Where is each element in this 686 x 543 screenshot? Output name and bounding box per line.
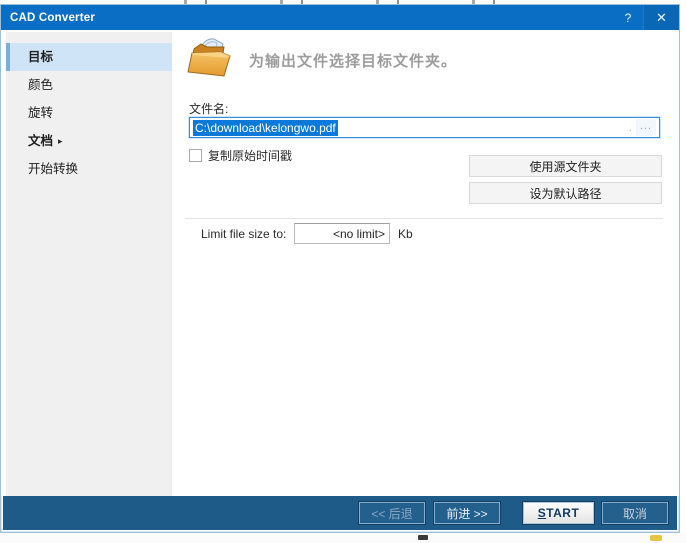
path-dropdown-button[interactable]: .	[625, 122, 636, 134]
titlebar-controls: ? ✕	[613, 5, 679, 30]
section-divider	[185, 218, 663, 219]
back-button[interactable]: << 后退	[359, 502, 425, 524]
copy-timestamp-checkbox[interactable]: 复制原始时间戳	[189, 147, 292, 164]
footer-bar: << 后退 前进 >> START 取消	[3, 496, 677, 530]
sidebar-item-label: 文档	[28, 134, 54, 148]
close-button[interactable]: ✕	[643, 5, 679, 30]
filename-value-selected: C:\download\kelongwo.pdf	[193, 119, 338, 136]
background-artifact	[650, 535, 662, 541]
limit-unit-label: Kb	[398, 227, 413, 241]
desktop-background: CAD Converter ? ✕ 目标 颜色 旋转 文档 ▸ 开始转换 为输出…	[0, 0, 686, 543]
cad-converter-dialog: CAD Converter ? ✕ 目标 颜色 旋转 文档 ▸ 开始转换 为输出…	[0, 4, 680, 533]
limit-size-input[interactable]	[294, 223, 390, 244]
title-bar[interactable]: CAD Converter ? ✕	[1, 5, 679, 30]
help-icon: ?	[624, 10, 632, 25]
sidebar-item-color[interactable]: 颜色	[6, 71, 172, 99]
filename-input[interactable]: C:\download\kelongwo.pdf . ...	[189, 117, 660, 138]
limit-size-label: Limit file size to:	[201, 227, 287, 241]
browse-button[interactable]: ...	[635, 119, 656, 136]
set-default-path-button[interactable]: 设为默认路径	[469, 182, 662, 204]
close-icon: ✕	[656, 9, 667, 25]
checkbox-box-icon[interactable]	[189, 149, 202, 162]
sidebar-item-document[interactable]: 文档 ▸	[6, 127, 172, 155]
background-fragment-bottom	[0, 533, 686, 543]
sidebar-item-start-conversion[interactable]: 开始转换	[6, 155, 172, 183]
start-button[interactable]: START	[523, 502, 594, 524]
page-title: 为输出文件选择目标文件夹。	[249, 52, 458, 70]
help-button[interactable]: ?	[613, 5, 643, 30]
sidebar-item-target[interactable]: 目标	[6, 43, 172, 71]
forward-button[interactable]: 前进 >>	[434, 502, 500, 524]
sidebar-item-rotation[interactable]: 旋转	[6, 99, 172, 127]
window-title: CAD Converter	[10, 11, 96, 24]
dialog-body: 目标 颜色 旋转 文档 ▸ 开始转换 为输出文件选择目标文件夹。 文件名: C:…	[1, 30, 679, 496]
open-folder-icon	[187, 38, 231, 77]
submenu-arrow-icon: ▸	[58, 136, 63, 146]
main-panel: 为输出文件选择目标文件夹。 文件名: C:\download\kelongwo.…	[172, 30, 679, 496]
cancel-button[interactable]: 取消	[602, 502, 668, 524]
use-source-folder-button[interactable]: 使用源文件夹	[469, 155, 662, 177]
checkbox-label: 复制原始时间戳	[208, 149, 293, 163]
background-artifact	[418, 535, 428, 540]
sidebar: 目标 颜色 旋转 文档 ▸ 开始转换	[6, 32, 172, 496]
filename-label: 文件名:	[189, 102, 229, 116]
